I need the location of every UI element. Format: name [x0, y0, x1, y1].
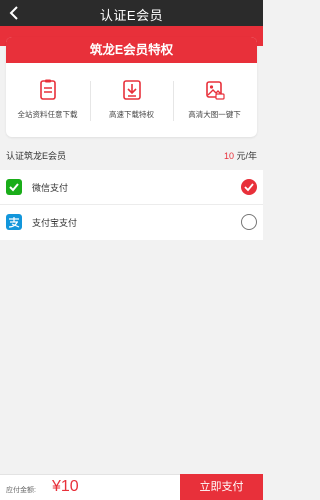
feature-hd-image: 高清大图一键下	[173, 73, 256, 129]
feature-full-download: 全站资料任意下载	[6, 73, 89, 129]
alipay-icon	[6, 214, 22, 230]
payment-label: 支付宝支付	[32, 218, 78, 228]
payment-options: 微信支付 支付宝支付	[0, 170, 263, 240]
download-icon	[123, 80, 141, 100]
document-icon	[40, 79, 56, 100]
privileges-card: 筑龙E会员特权 全站资料任意下载 高速下载特权 高清大图一键下	[6, 37, 257, 137]
payment-option-wechat[interactable]: 微信支付	[0, 170, 263, 205]
plan-label: 认证筑龙E会员	[6, 151, 67, 161]
plan-price: 10 元/年	[224, 149, 257, 162]
feature-label: 高速下载特权	[109, 110, 154, 119]
price-unit: 元/年	[233, 151, 257, 161]
plan-row: 认证筑龙E会员 10 元/年	[0, 144, 263, 166]
radio-checked[interactable]	[241, 179, 257, 195]
feature-fast-download: 高速下载特权	[90, 73, 173, 129]
pay-now-button[interactable]: 立即支付	[180, 474, 263, 500]
wechat-pay-icon	[6, 179, 22, 195]
image-download-icon	[206, 81, 225, 100]
radio-unchecked[interactable]	[241, 214, 257, 230]
card-banner-title: 筑龙E会员特权	[6, 37, 257, 63]
feature-label: 全站资料任意下载	[17, 110, 78, 119]
amount-due-label: 应付金额:	[6, 487, 36, 494]
price-value: 10	[223, 151, 234, 161]
feature-label: 高清大图一键下	[188, 110, 241, 119]
page-title: 认证E会员	[99, 8, 164, 23]
bottom-bar: 应付金额: ¥10 立即支付	[0, 474, 263, 500]
amount-due-value: ¥10	[52, 478, 79, 495]
payment-option-alipay[interactable]: 支付宝支付	[0, 205, 263, 239]
top-bar: 认证E会员	[0, 0, 263, 26]
checkmark-icon	[244, 183, 254, 192]
payment-label: 微信支付	[32, 183, 69, 193]
